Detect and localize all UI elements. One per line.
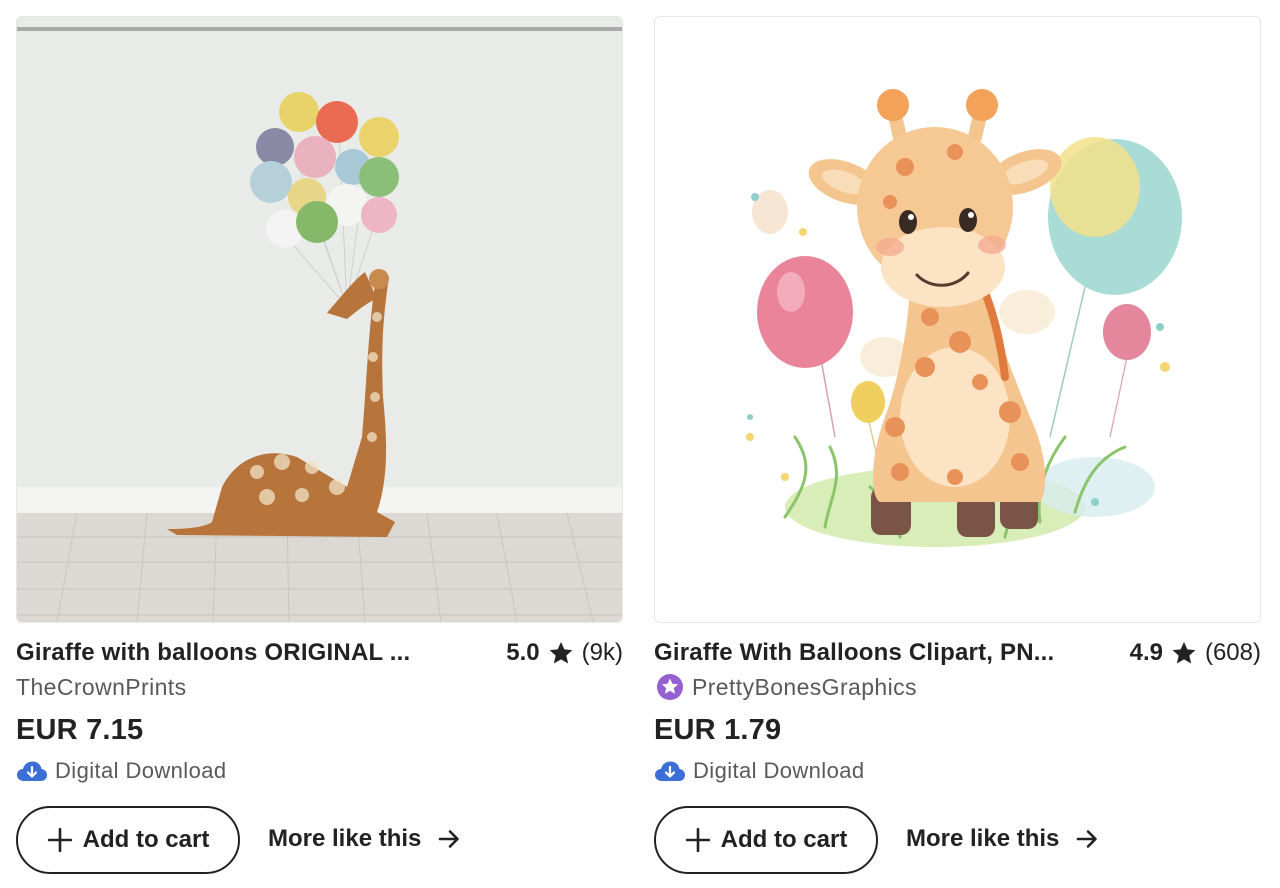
listing-title[interactable]: Giraffe With Balloons Clipart, PN...	[654, 639, 1054, 667]
rating: 4.9 (608)	[1130, 639, 1261, 667]
price: EUR 1.79	[654, 714, 782, 746]
digital-download-badge: Digital Download	[654, 758, 1261, 784]
listing-image[interactable]	[654, 16, 1261, 623]
shop-name[interactable]: TheCrownPrints	[16, 671, 623, 703]
star-icon	[1172, 641, 1196, 664]
listing-title[interactable]: Giraffe with balloons ORIGINAL ...	[16, 639, 410, 667]
add-to-cart-button[interactable]: Add to cart	[16, 806, 240, 874]
price: EUR 7.15	[16, 714, 144, 746]
cloud-download-icon	[655, 761, 685, 781]
giraffe-photo-image	[17, 17, 622, 622]
more-like-this-link[interactable]: More like this	[906, 825, 1099, 853]
digital-download-badge: Digital Download	[16, 758, 623, 784]
giraffe-clipart-image	[655, 17, 1260, 622]
download-label: Digital Download	[693, 758, 865, 783]
cloud-download-icon	[17, 761, 47, 781]
listing-card: Giraffe with balloons ORIGINAL ... 5.0 (…	[16, 16, 623, 874]
download-label: Digital Download	[55, 758, 227, 783]
review-count: (9k)	[581, 639, 623, 666]
star-seller-icon	[657, 674, 683, 700]
arrow-right-icon	[1077, 830, 1098, 848]
plus-icon	[47, 827, 72, 853]
more-like-this-link[interactable]: More like this	[268, 825, 461, 853]
review-count: (608)	[1204, 639, 1261, 666]
add-to-cart-button[interactable]: Add to cart	[654, 806, 878, 874]
rating-score: 5.0	[506, 639, 540, 666]
shop-name[interactable]: PrettyBonesGraphics	[654, 671, 1261, 703]
rating-score: 4.9	[1129, 639, 1163, 666]
arrow-right-icon	[439, 830, 460, 848]
listing-card: Giraffe With Balloons Clipart, PN... 4.9…	[654, 16, 1261, 874]
add-to-cart-label: Add to cart	[82, 826, 210, 853]
more-like-this-label: More like this	[268, 825, 422, 852]
plus-icon	[685, 827, 710, 853]
shop-name-label: PrettyBonesGraphics	[692, 673, 917, 700]
listing-image[interactable]	[16, 16, 623, 623]
more-like-this-label: More like this	[906, 825, 1060, 852]
star-icon	[549, 641, 573, 664]
add-to-cart-label: Add to cart	[720, 826, 848, 853]
shop-name-label: TheCrownPrints	[16, 673, 187, 700]
rating: 5.0 (9k)	[506, 639, 623, 667]
